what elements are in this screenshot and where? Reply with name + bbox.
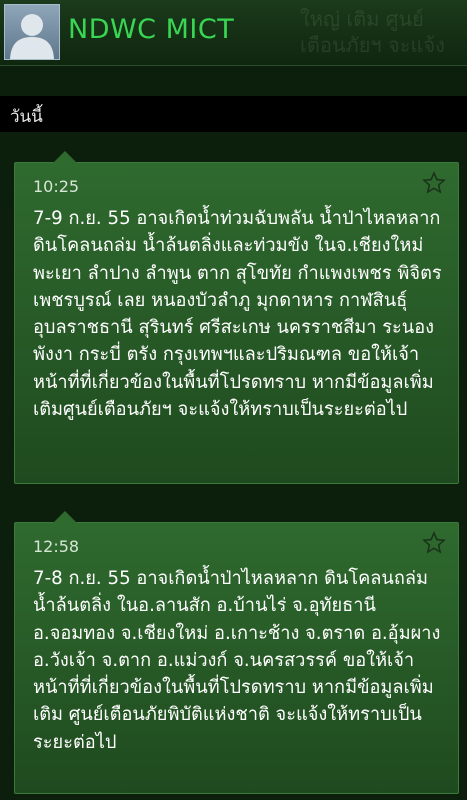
bubble-notch [53, 511, 77, 523]
message-text: 7-8 ก.ย. 55 อาจเกิดน้ำป่าไหลหลาก ดินโคลน… [33, 568, 441, 753]
message-text: 7-9 ก.ย. 55 อาจเกิดน้ำท่วมฉับพลัน น้ำป่า… [33, 208, 442, 421]
contact-avatar[interactable] [4, 4, 60, 60]
star-icon[interactable] [422, 171, 446, 195]
date-separator-label: วันนี้ [10, 107, 43, 127]
message-time: 10:25 [33, 177, 80, 196]
bubble-notch [53, 151, 77, 163]
contact-name: NDWC MICT [68, 14, 235, 45]
message-bubble[interactable]: 10:25 7-9 ก.ย. 55 อาจเกิดน้ำท่วมฉับพลัน … [14, 151, 459, 484]
date-separator: วันนี้ [0, 96, 467, 132]
star-icon[interactable] [422, 531, 446, 555]
conversation-header: ใหญ่ เติม ศูนย์เตือนภัยฯ จะแจ้งให้ทราบเป… [0, 0, 467, 66]
header-ghost-text: ใหญ่ เติม ศูนย์เตือนภัยฯ จะแจ้งให้ทราบเป… [300, 7, 445, 57]
message-time: 12:58 [33, 537, 80, 556]
person-silhouette-icon [10, 14, 54, 59]
message-bubble[interactable]: 12:58 7-8 ก.ย. 55 อาจเกิดน้ำป่าไหลหลาก ด… [14, 511, 459, 794]
